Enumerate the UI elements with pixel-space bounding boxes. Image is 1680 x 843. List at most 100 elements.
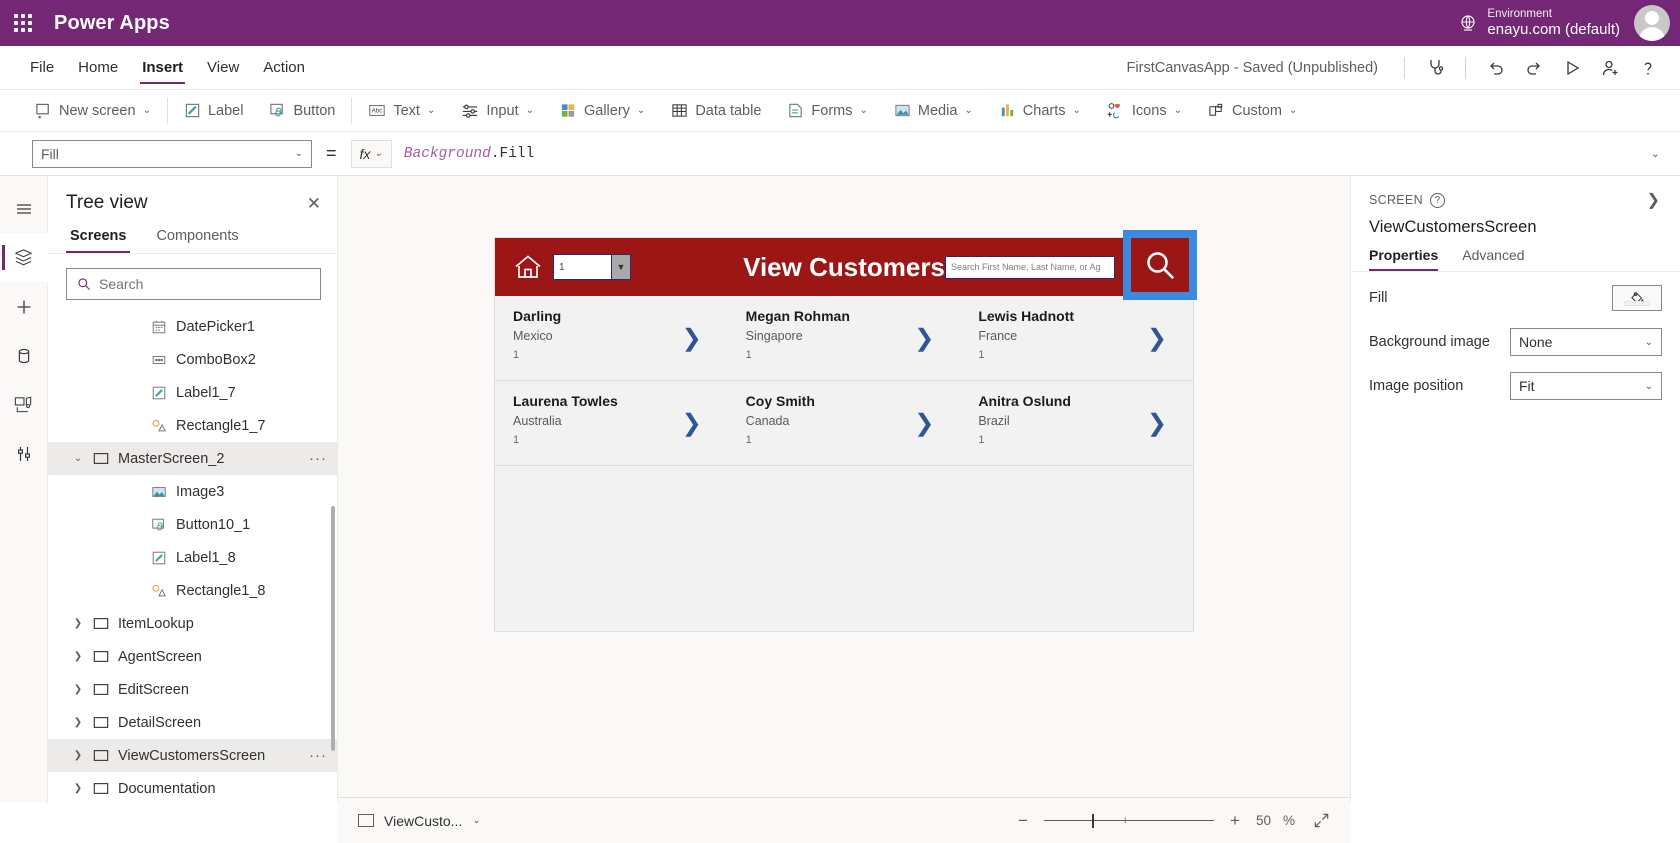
menu-item-view[interactable]: View [195, 46, 251, 90]
ribbon-text[interactable]: Abc Text ⌄ [355, 90, 448, 132]
zoom-slider-thumb[interactable] [1091, 813, 1095, 828]
expand-icon[interactable] [1313, 812, 1330, 829]
media-icon[interactable] [0, 380, 48, 429]
image-position-select[interactable]: Fit ⌄ [1510, 372, 1662, 400]
ribbon-label[interactable]: Label [171, 90, 256, 132]
chevron-right-icon[interactable]: ❯ [914, 324, 934, 352]
search-input[interactable] [99, 276, 310, 292]
preview-icon[interactable] [1554, 51, 1590, 85]
menu-item-file[interactable]: File [18, 46, 66, 90]
tree-item-masterscreen_2[interactable]: ⌄ MasterScreen_2 ··· [48, 442, 337, 475]
menu-item-action[interactable]: Action [251, 46, 317, 90]
ribbon-button[interactable]: Button [256, 90, 348, 132]
tree-item-agentscreen[interactable]: ❯ AgentScreen [48, 640, 337, 673]
search-button[interactable] [1131, 238, 1189, 292]
plus-icon[interactable]: + [1226, 811, 1244, 831]
gallery-item[interactable]: Megan Rohman Singapore 1 ❯ [728, 296, 961, 380]
tree-item-rectangle1_7[interactable]: Rectangle1_7 [48, 409, 337, 442]
chevron-right-icon[interactable]: ❯ [682, 409, 702, 437]
redo-icon[interactable] [1516, 51, 1552, 85]
close-icon[interactable]: ✕ [307, 195, 321, 212]
formula-expand-button[interactable]: ⌄ [1643, 147, 1668, 160]
chevron-right-icon[interactable]: ❯ [68, 651, 88, 662]
chevron-right-icon[interactable]: ❯ [68, 618, 88, 629]
minus-icon[interactable]: − [1014, 811, 1032, 831]
chevron-right-icon[interactable]: ❯ [68, 750, 88, 761]
ribbon-data-table[interactable]: Data table [658, 90, 774, 132]
ribbon-new-screen[interactable]: New screen ⌄ [22, 90, 164, 132]
ribbon-forms[interactable]: Forms ⌄ [774, 90, 880, 132]
menu-item-home[interactable]: Home [66, 46, 130, 90]
ribbon-gallery[interactable]: Gallery ⌄ [547, 90, 658, 132]
insert-icon[interactable] [0, 282, 48, 331]
ribbon-custom[interactable]: Custom ⌄ [1195, 90, 1310, 132]
undo-icon[interactable] [1478, 51, 1514, 85]
fill-color-control[interactable] [1612, 285, 1662, 311]
tree-item-image3[interactable]: Image3 [48, 475, 337, 508]
ribbon-media[interactable]: Media ⌄ [881, 90, 986, 132]
tree-item-button10_1[interactable]: Button10_1 [48, 508, 337, 541]
chevron-down-icon[interactable]: ▼ [611, 255, 630, 279]
chevron-right-icon[interactable]: ❯ [68, 783, 88, 794]
chevron-down-icon[interactable]: ⌄ [68, 453, 88, 464]
gallery-row[interactable]: Darling Mexico 1 ❯ Megan Rohman Singapor… [495, 296, 1193, 381]
chevron-right-icon[interactable]: ❯ [1647, 190, 1662, 210]
formula-input[interactable]: Background .Fill [392, 140, 1643, 168]
gallery-item[interactable]: Coy Smith Canada 1 ❯ [728, 381, 961, 465]
app-preview-canvas[interactable]: 1 ▼ View Customers Search First Name, La… [495, 230, 1197, 631]
tree-item-datepicker1[interactable]: DatePicker1 [48, 310, 337, 343]
background-image-select[interactable]: None ⌄ [1510, 328, 1662, 356]
chevron-right-icon[interactable]: ❯ [68, 684, 88, 695]
property-selector[interactable]: Fill ⌄ [32, 139, 312, 168]
tree-scrollbar[interactable] [331, 506, 335, 751]
chevron-right-icon[interactable]: ❯ [1147, 324, 1167, 352]
tree-item-documentation[interactable]: ❯ Documentation [48, 772, 337, 803]
search-button-selected[interactable] [1123, 230, 1197, 300]
tree-item-detailscreen[interactable]: ❯ DetailScreen [48, 706, 337, 739]
environment-info[interactable]: Environment enayu.com (default) [1487, 8, 1620, 38]
fill-color-button[interactable] [1612, 285, 1662, 311]
more-options-icon[interactable]: ··· [309, 450, 327, 467]
zoom-slider[interactable]: + [1043, 813, 1214, 829]
chevron-down-icon[interactable]: ⌄ [472, 815, 480, 826]
share-icon[interactable] [1592, 51, 1628, 85]
hamburger-menu-icon[interactable] [0, 184, 48, 233]
ribbon-icons[interactable]: Icons ⌄ [1094, 90, 1195, 132]
gallery-item[interactable]: Lewis Hadnott France 1 ❯ [960, 296, 1193, 380]
avatar[interactable] [1634, 5, 1670, 41]
more-options-icon[interactable]: ··· [309, 747, 327, 764]
app-launcher-button[interactable] [0, 0, 46, 46]
tree-item-label1_8[interactable]: Label1_8 [48, 541, 337, 574]
tree-view-icon[interactable] [0, 233, 48, 282]
tree-search-box[interactable] [66, 268, 321, 300]
data-icon[interactable] [0, 331, 48, 380]
home-icon[interactable] [509, 253, 547, 281]
gallery-item[interactable]: Darling Mexico 1 ❯ [495, 296, 728, 380]
tab-components[interactable]: Components [152, 222, 242, 253]
help-icon[interactable] [1630, 51, 1666, 85]
tree-item-rectangle1_8[interactable]: Rectangle1_8 [48, 574, 337, 607]
tab-advanced[interactable]: Advanced [1462, 247, 1524, 271]
chevron-right-icon[interactable]: ❯ [68, 717, 88, 728]
app-checker-icon[interactable] [1417, 51, 1453, 85]
gallery-row[interactable]: Laurena Towles Australia 1 ❯ Coy Smith C… [495, 381, 1193, 466]
chevron-right-icon[interactable]: ❯ [914, 409, 934, 437]
header-combobox[interactable]: 1 ▼ [553, 254, 631, 280]
tab-screens[interactable]: Screens [66, 222, 131, 253]
tree-item-editscreen[interactable]: ❯ EditScreen [48, 673, 337, 706]
menu-item-insert[interactable]: Insert [130, 46, 195, 90]
tree-item-combobox2[interactable]: ComboBox2 [48, 343, 337, 376]
gallery-item[interactable]: Laurena Towles Australia 1 ❯ [495, 381, 728, 465]
app-search-input[interactable]: Search First Name, Last Name, or Ag [945, 255, 1115, 279]
status-screen-selector[interactable]: ViewCusto... ⌄ [358, 813, 481, 829]
tree-item-itemlookup[interactable]: ❯ ItemLookup [48, 607, 337, 640]
advanced-tools-icon[interactable] [0, 429, 48, 478]
gallery-item[interactable]: Anitra Oslund Brazil 1 ❯ [960, 381, 1193, 465]
tree-item-viewcustomersscreen[interactable]: ❯ ViewCustomersScreen ··· [48, 739, 337, 772]
chevron-right-icon[interactable]: ❯ [682, 324, 702, 352]
canvas-area[interactable]: 1 ▼ View Customers Search First Name, La… [338, 176, 1350, 803]
ribbon-input[interactable]: Input ⌄ [448, 90, 547, 132]
tab-properties[interactable]: Properties [1369, 247, 1439, 271]
image-position-control[interactable]: Fit ⌄ [1510, 372, 1662, 400]
fx-button[interactable]: fx ⌄ [350, 139, 392, 168]
